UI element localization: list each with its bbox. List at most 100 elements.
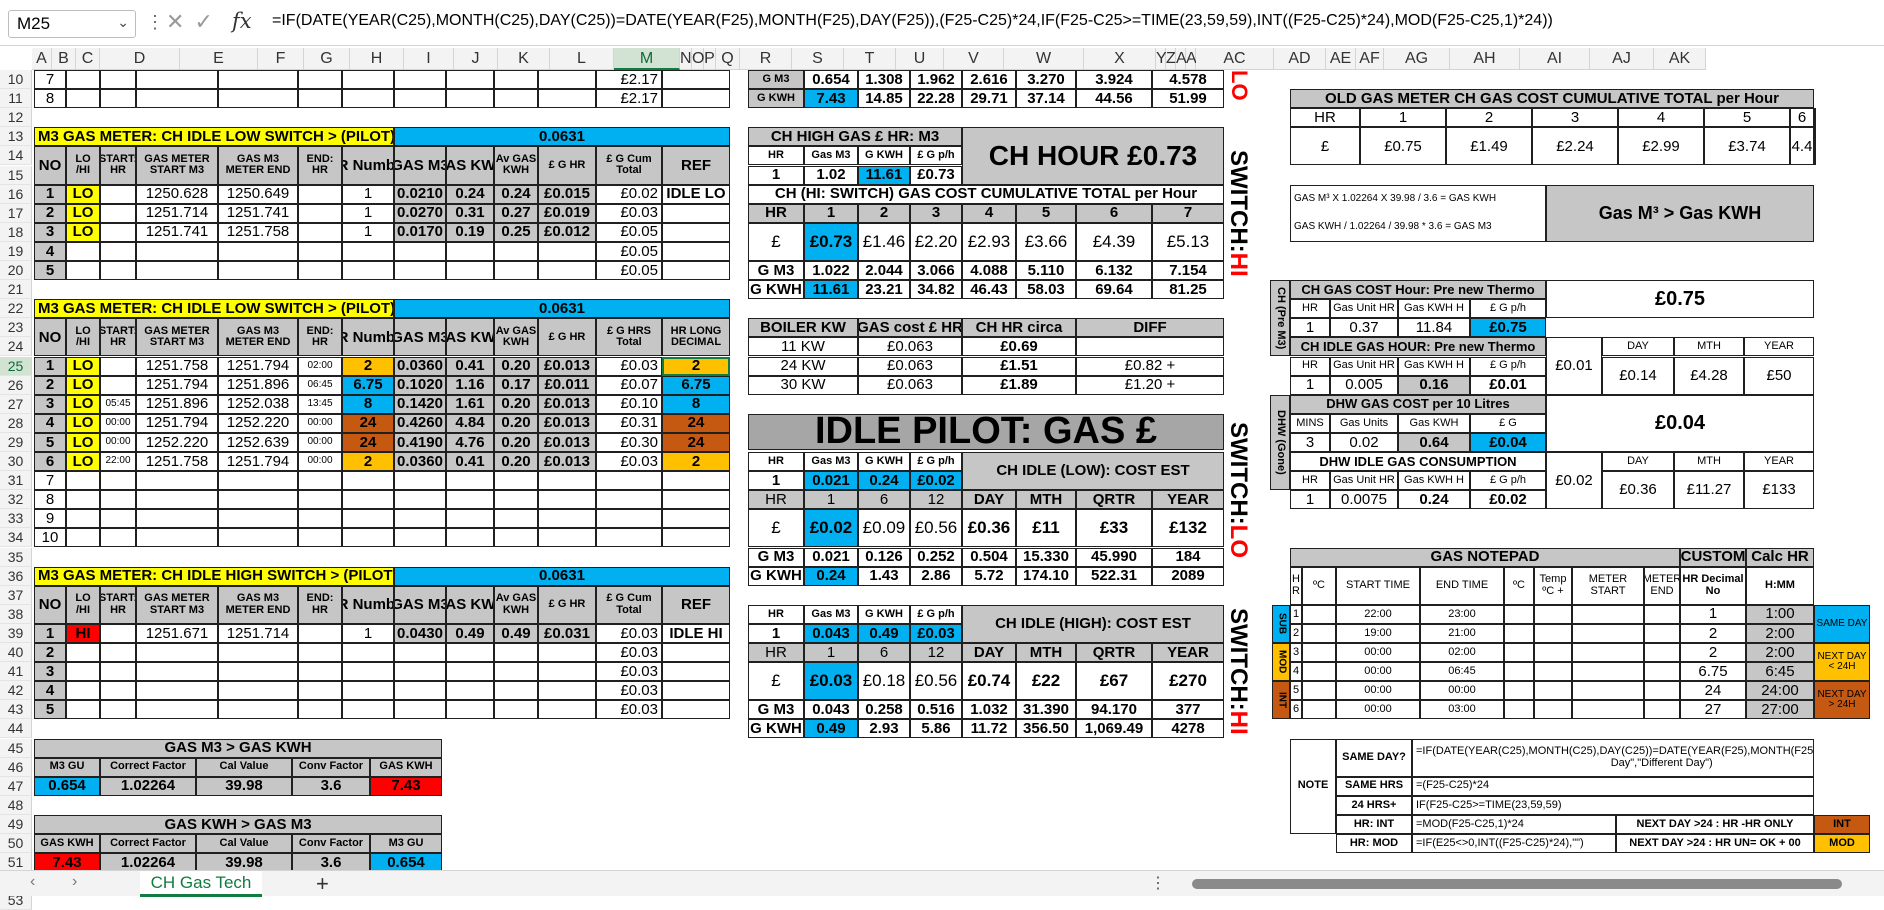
dhw-value[interactable]: 0.02 — [1330, 432, 1398, 452]
table2-cell-1-7[interactable]: 0.1020 — [394, 375, 446, 395]
empty-cell[interactable] — [66, 70, 100, 90]
dhw-idle-value[interactable]: 0.0075 — [1330, 490, 1398, 510]
idle_low-kwh[interactable]: 522.31 — [1076, 566, 1152, 586]
ch-cum-m3[interactable]: 2.044 — [858, 261, 910, 281]
empty-cell[interactable] — [66, 471, 100, 491]
table2-cell-1-5[interactable]: 06:45 — [298, 375, 342, 395]
table1-cell-2-6[interactable]: 1 — [342, 222, 394, 242]
table2-cell-4-1[interactable]: LO — [66, 432, 100, 452]
empty-cell[interactable] — [662, 528, 730, 548]
empty-cell[interactable] — [66, 528, 100, 548]
table2-cell-0-12[interactable]: 2 — [662, 356, 730, 376]
empty-cell[interactable] — [1504, 700, 1534, 720]
table3-cell-3-12[interactable] — [662, 681, 730, 701]
table1-cell-2-3[interactable]: 1251.741 — [136, 222, 218, 242]
table1-cell-3-6[interactable] — [342, 241, 394, 261]
column-header-o[interactable]: O — [692, 48, 704, 70]
empty-cell[interactable] — [394, 89, 446, 109]
old-meter-cost[interactable]: £3.74 — [1704, 127, 1790, 166]
ch-idle-value[interactable]: 0.16 — [1398, 375, 1470, 395]
conv1-value[interactable]: 39.98 — [196, 776, 292, 796]
table2-cell-3-11[interactable]: £0.31 — [596, 413, 662, 433]
empty-cell[interactable] — [596, 528, 662, 548]
table2-cell-2-8[interactable]: 1.61 — [446, 394, 494, 414]
row-header-47[interactable]: 47 — [0, 776, 32, 796]
idle_low-m3[interactable]: 0.504 — [962, 547, 1016, 567]
ch-cum-kwh[interactable]: 81.25 — [1152, 280, 1224, 300]
ch-cum-hrs[interactable]: 1 — [804, 203, 858, 223]
idle_low-hrs[interactable]: QRTR — [1076, 490, 1152, 510]
table3-cell-3-11[interactable]: £0.03 — [596, 681, 662, 701]
table1-cell-0-2[interactable] — [100, 184, 136, 204]
top-row-total[interactable]: £2.17 — [596, 89, 662, 109]
idle_high-hrs[interactable]: 12 — [910, 643, 962, 663]
ch-cum-m3[interactable]: 4.088 — [962, 261, 1016, 281]
boiler-cell[interactable]: £1.51 — [962, 356, 1076, 376]
notepad-hr[interactable]: 6 — [1290, 700, 1302, 720]
empty-cell[interactable] — [394, 70, 446, 90]
mid-top-value[interactable]: 3.270 — [1016, 70, 1076, 90]
empty-cell[interactable] — [218, 490, 298, 510]
table3-cell-2-4[interactable] — [218, 662, 298, 682]
column-header-ah[interactable]: AH — [1450, 48, 1520, 70]
top-row-no[interactable]: 8 — [34, 89, 66, 109]
ch-high-value[interactable]: 1 — [748, 165, 804, 185]
table2-cell-1-0[interactable]: 2 — [34, 375, 66, 395]
table3-cell-4-9[interactable] — [494, 700, 538, 720]
idle_low-kwh[interactable]: 1.43 — [858, 566, 910, 586]
table3-cell-0-9[interactable]: 0.49 — [494, 623, 538, 643]
empty-cell[interactable] — [538, 528, 596, 548]
table2-cell-5-5[interactable]: 00:00 — [298, 452, 342, 472]
ch-idle-dmy[interactable]: £50 — [1744, 356, 1814, 395]
table1-cell-1-6[interactable]: 1 — [342, 203, 394, 223]
mid-top-value[interactable]: 22.28 — [910, 89, 962, 109]
old-meter-hrs[interactable]: 4 — [1618, 108, 1704, 128]
boiler-cell[interactable] — [1076, 337, 1224, 357]
note-formula[interactable]: =MOD(F25-C25,1)*24 — [1412, 814, 1616, 834]
table3-cell-1-11[interactable]: £0.03 — [596, 643, 662, 663]
idle_low-value[interactable]: 0.021 — [804, 471, 858, 491]
notepad-start[interactable]: 00:00 — [1336, 662, 1420, 682]
idle_low-cost[interactable]: £132 — [1152, 509, 1224, 548]
row-header-29[interactable]: 29 — [0, 432, 32, 452]
table1-cell-0-8[interactable]: 0.24 — [446, 184, 494, 204]
conv1-value[interactable]: 7.43 — [370, 776, 442, 796]
notepad-start[interactable]: 00:00 — [1336, 681, 1420, 701]
row-header-22[interactable]: 22 — [0, 299, 32, 319]
column-header-i[interactable]: I — [404, 48, 454, 70]
table1-cell-4-11[interactable]: £0.05 — [596, 261, 662, 281]
table1-cell-4-6[interactable] — [342, 261, 394, 281]
column-header-s[interactable]: S — [792, 48, 844, 70]
empty-cell[interactable] — [446, 471, 494, 491]
empty-cell[interactable] — [394, 509, 446, 529]
table3-cell-1-5[interactable] — [298, 643, 342, 663]
table2-cell-5-10[interactable]: £0.013 — [538, 452, 596, 472]
table3-cell-2-6[interactable] — [342, 662, 394, 682]
conv1-value[interactable]: 0.654 — [34, 776, 100, 796]
mid-top-value[interactable]: 29.71 — [962, 89, 1016, 109]
ch-cum-cost[interactable]: £2.20 — [910, 222, 962, 261]
table2-cell-0-3[interactable]: 1251.758 — [136, 356, 218, 376]
row-header-43[interactable]: 43 — [0, 700, 32, 720]
empty-cell[interactable] — [1644, 643, 1680, 663]
empty-cell[interactable] — [100, 490, 136, 510]
empty-cell[interactable] — [1644, 681, 1680, 701]
table2-extra-row[interactable]: 10 — [34, 528, 66, 548]
table1-cell-4-10[interactable] — [538, 261, 596, 281]
close-icon[interactable]: ✕ — [166, 9, 194, 34]
table2-cell-5-1[interactable]: LO — [66, 452, 100, 472]
table1-cell-4-4[interactable] — [218, 261, 298, 281]
column-header-aa[interactable]: AA — [1176, 48, 1197, 70]
check-icon[interactable]: ✓ — [194, 9, 222, 34]
idle_high-value[interactable]: 1 — [748, 623, 804, 643]
idle_high-hrs[interactable]: HR — [748, 643, 804, 663]
boiler-cell[interactable]: £0.063 — [858, 375, 962, 395]
ch-high-value[interactable]: 11.61 — [858, 165, 910, 185]
note-formula[interactable]: =(F25-C25)*24 — [1412, 776, 1814, 796]
old-meter-cost[interactable]: £2.99 — [1618, 127, 1704, 166]
row-header-40[interactable]: 40 — [0, 643, 32, 663]
idle_low-cost[interactable]: £0.09 — [858, 509, 910, 548]
boiler-cell[interactable]: £0.69 — [962, 337, 1076, 357]
table2-cell-3-0[interactable]: 4 — [34, 413, 66, 433]
table2-cell-0-9[interactable]: 0.20 — [494, 356, 538, 376]
